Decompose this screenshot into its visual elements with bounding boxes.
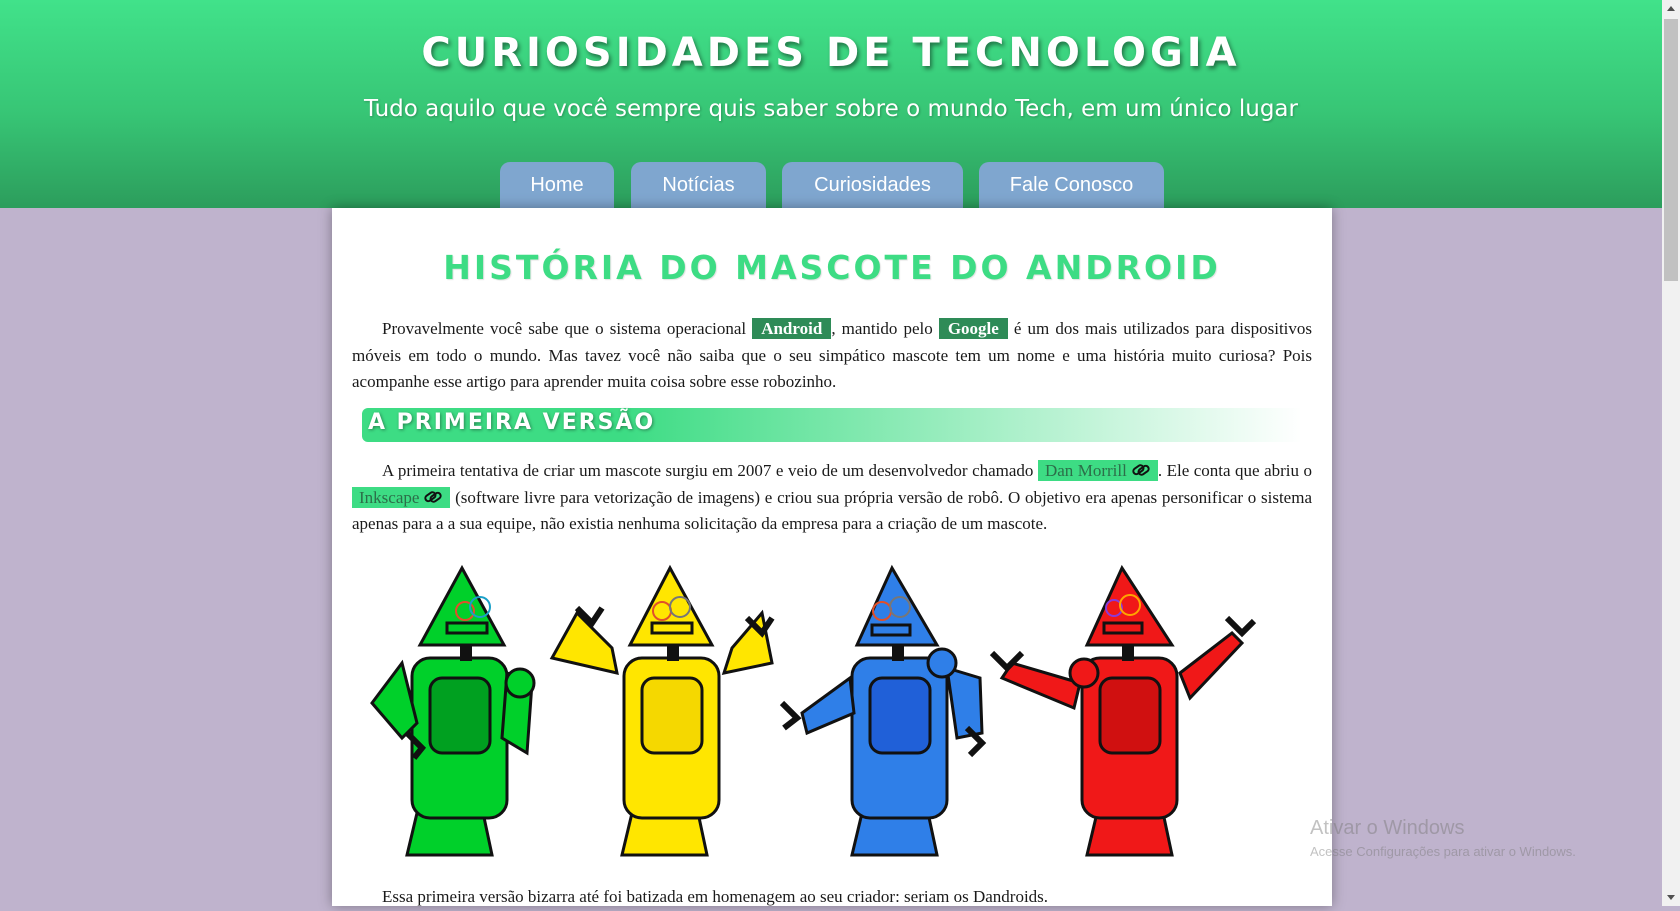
- site-header: Curiosidades de Tecnologia Tudo aquilo q…: [0, 0, 1662, 208]
- site-title: Curiosidades de Tecnologia: [421, 30, 1241, 76]
- paperclip-icon: [424, 490, 443, 503]
- dan-morrill-link-text: Dan Morrill: [1044, 461, 1127, 480]
- section-heading-banner: A primeira versão: [362, 408, 1302, 442]
- intro-paragraph: Provavelmente você sabe que o sistema op…: [352, 316, 1312, 396]
- main-menu: Home Notícias Curiosidades Fale Conosco: [0, 162, 1662, 208]
- dandroids-robots-image: [370, 564, 1257, 857]
- menu-item-fale-conosco[interactable]: Fale Conosco: [979, 162, 1164, 208]
- scrollbar-thumb[interactable]: [1664, 19, 1678, 281]
- inkscape-link-text: Inkscape: [359, 487, 420, 507]
- menu-item-home[interactable]: Home: [500, 162, 614, 208]
- yellow-robot-figure: [549, 564, 775, 857]
- windows-activation-watermark: Ativar o Windows Acesse Configurações pa…: [1310, 817, 1576, 859]
- section-paragraph: A primeira tentativa de criar um mascote…: [352, 458, 1312, 538]
- site-subtitle: Tudo aquilo que você sempre quis saber s…: [364, 96, 1298, 122]
- caption-paragraph: Essa primeira versão bizarra até foi bat…: [382, 887, 1049, 906]
- google-highlight: Google: [938, 318, 1008, 339]
- red-robot-figure: [989, 564, 1257, 857]
- inkscape-link[interactable]: Inkscape: [352, 486, 451, 508]
- article-title: História do mascote do Android: [443, 248, 1221, 287]
- vertical-scrollbar[interactable]: [1662, 0, 1680, 906]
- section-heading: A primeira versão: [368, 410, 656, 435]
- paperclip-icon: [1132, 464, 1150, 476]
- scroll-up-arrow-icon[interactable]: [1662, 0, 1680, 17]
- watermark-subtitle: Acesse Configurações para ativar o Windo…: [1310, 844, 1576, 859]
- scroll-down-arrow-icon[interactable]: [1662, 889, 1680, 906]
- article-container: História do mascote do Android Provavelm…: [332, 208, 1332, 906]
- green-robot-figure: [370, 564, 536, 857]
- section-text-1: A primeira tentativa de criar um mascote…: [382, 461, 1038, 480]
- intro-text-1: Provavelmente você sabe que o sistema op…: [382, 319, 753, 338]
- section-text-3: (software livre para vetorização de imag…: [352, 487, 1312, 534]
- section-text-2: . Ele conta que abriu o: [1157, 461, 1312, 480]
- watermark-title: Ativar o Windows: [1310, 817, 1465, 839]
- blue-robot-figure: [779, 564, 987, 857]
- dan-morrill-link[interactable]: Dan Morrill: [1037, 460, 1158, 481]
- intro-text-2: , mantido pelo: [831, 319, 939, 338]
- menu-item-curiosidades[interactable]: Curiosidades: [782, 162, 963, 208]
- menu-item-noticias[interactable]: Notícias: [631, 162, 766, 208]
- android-highlight: Android: [752, 318, 832, 339]
